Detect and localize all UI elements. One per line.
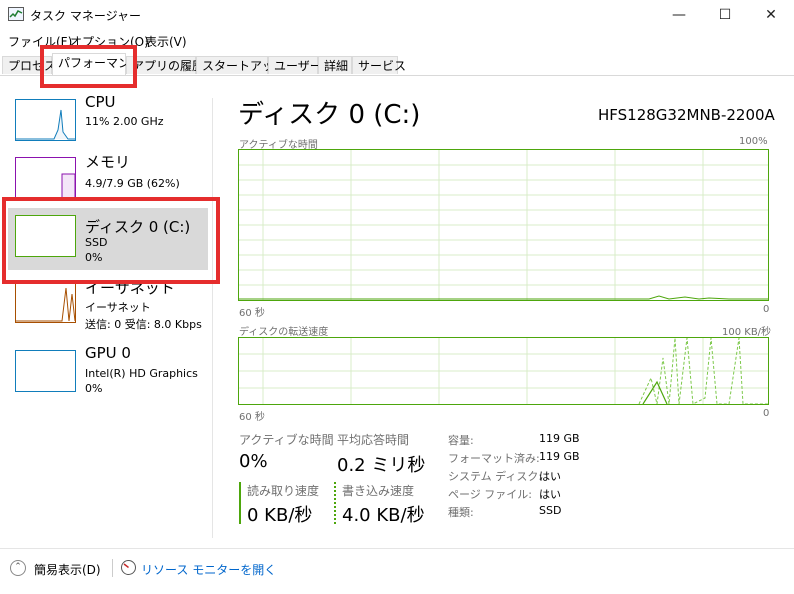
graph2-time-span: 60 秒 [239, 412, 265, 423]
graph1-zero: 0 [763, 304, 770, 315]
write-speed-indicator [334, 482, 336, 524]
title-bar: タスク マネージャー — ☐ ✕ [0, 0, 794, 30]
active-time-label: アクティブな時間 [239, 433, 334, 447]
fewer-details-link[interactable]: 簡易表示(D) [34, 561, 101, 578]
gpu-mini-graph [15, 350, 76, 392]
prop-label: 種類: [448, 506, 474, 519]
open-resource-monitor-link[interactable]: リソース モニターを開く [141, 561, 276, 578]
page-title: ディスク 0 (C:) [238, 100, 421, 130]
prop-value: 119 GB [539, 450, 580, 463]
sidebar-subtitle: 4.9/7.9 GB (62%) [85, 177, 180, 190]
sidebar-subtitle: イーサネット [85, 301, 151, 314]
tab-users[interactable]: ユーザー [268, 56, 322, 74]
prop-label: フォーマット済み: [448, 452, 540, 465]
menu-view[interactable]: 表示(V) [145, 33, 187, 50]
graph1-time-span: 60 秒 [239, 308, 265, 319]
read-speed-value: 0 KB/秒 [247, 505, 313, 526]
prop-value: はい [539, 470, 561, 483]
memory-mini-graph [15, 157, 76, 199]
sidebar-title: メモリ [85, 153, 131, 171]
chevron-up-icon[interactable]: ⌃ [10, 560, 26, 576]
prop-value: SSD [539, 504, 562, 517]
bottom-bar: ⌃ 簡易表示(D) リソース モニターを開く [0, 548, 794, 594]
sidebar-title: CPU [85, 93, 116, 111]
prop-label: 容量: [448, 434, 474, 447]
performance-tab-highlight [40, 45, 137, 88]
graph2-max-label: 100 KB/秒 [722, 327, 772, 338]
resource-monitor-icon [121, 560, 136, 575]
prop-label: ページ ファイル: [448, 488, 532, 501]
sidebar-item-cpu[interactable]: CPU 11% 2.00 GHz [8, 92, 208, 154]
tab-startup[interactable]: スタートアップ [196, 56, 286, 74]
separator [112, 559, 113, 577]
read-speed-indicator [239, 482, 241, 524]
disk-item-highlight [2, 197, 220, 284]
read-speed-label: 読み取り速度 [247, 484, 320, 498]
write-speed-label: 書き込み速度 [342, 484, 415, 498]
sidebar-title: GPU 0 [85, 344, 131, 362]
graph2-label: ディスクの転送速度 [239, 327, 329, 338]
sidebar-divider [212, 98, 213, 538]
sidebar-throughput: 送信: 0 受信: 8.0 Kbps [85, 318, 202, 331]
sidebar-usage: 0% [85, 382, 103, 395]
response-time-value: 0.2 ミリ秒 [337, 455, 426, 476]
ethernet-mini-graph [15, 281, 76, 323]
close-button[interactable]: ✕ [748, 0, 794, 30]
prop-label: システム ディスク: [448, 470, 543, 483]
disk-model: HFS128G32MNB-2200A [598, 106, 775, 124]
task-manager-icon [8, 7, 24, 21]
tab-details[interactable]: 詳細 [318, 56, 352, 74]
tab-services[interactable]: サービス [352, 56, 406, 74]
sidebar-subtitle: 11% 2.00 GHz [85, 115, 164, 128]
minimize-button[interactable]: — [656, 0, 702, 30]
graph1-max-label: 100% [739, 136, 768, 147]
cpu-mini-graph [15, 99, 76, 141]
active-time-graph [238, 149, 769, 301]
write-speed-value: 4.0 KB/秒 [342, 505, 425, 526]
maximize-button[interactable]: ☐ [702, 0, 748, 30]
sidebar-item-gpu[interactable]: GPU 0 Intel(R) HD Graphics 0% [8, 343, 208, 405]
sidebar-subtitle: Intel(R) HD Graphics [85, 367, 198, 380]
window-title: タスク マネージャー [30, 9, 141, 23]
prop-value: 119 GB [539, 432, 580, 445]
response-time-label: 平均応答時間 [337, 433, 410, 447]
transfer-rate-graph [238, 337, 769, 405]
prop-value: はい [539, 488, 561, 501]
graph2-zero: 0 [763, 408, 770, 419]
active-time-value: 0% [239, 451, 268, 472]
